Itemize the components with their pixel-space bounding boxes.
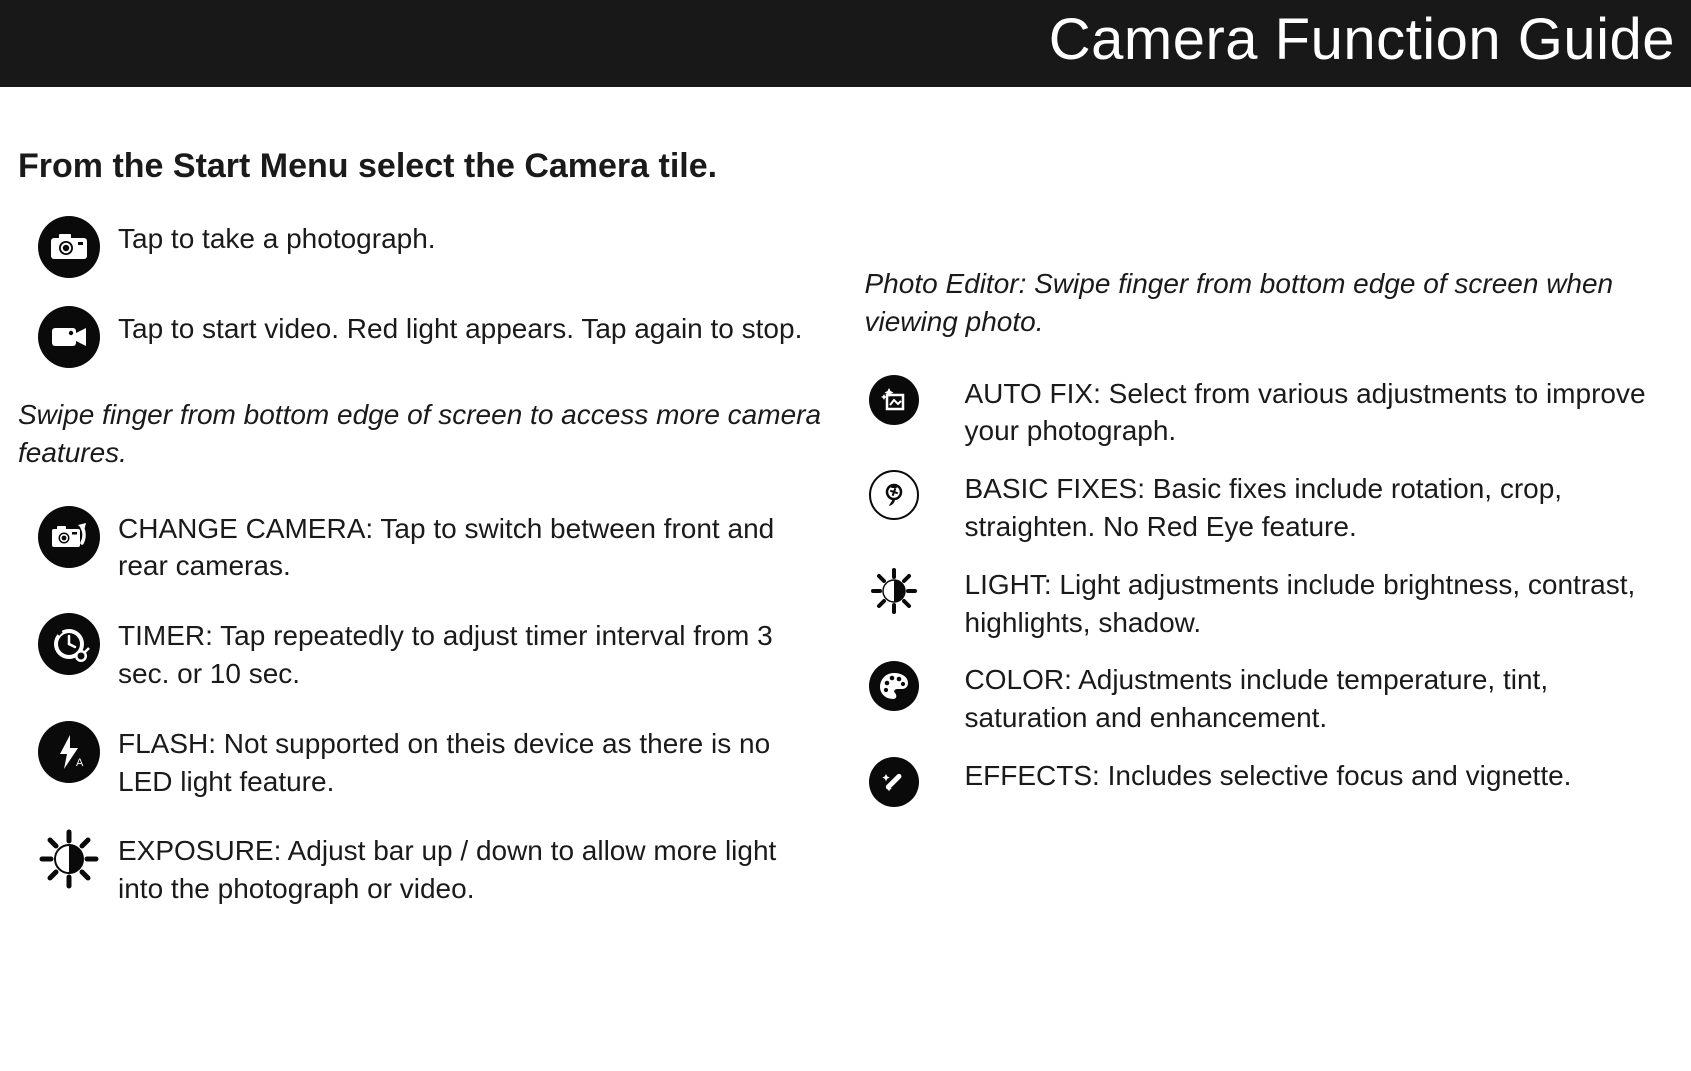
- list-item: AUTO FIX: Select from various adjustment…: [865, 375, 1672, 451]
- camera-icon: [38, 216, 100, 278]
- list-item: LIGHT: Light adjustments include brightn…: [865, 566, 1672, 642]
- autofix-icon: [869, 375, 919, 425]
- icon-wrap: [18, 216, 118, 278]
- content: From the Start Menu select the Camera ti…: [0, 87, 1691, 966]
- svg-text:A: A: [76, 757, 84, 769]
- list-item: BASIC FIXES: Basic fixes include rotatio…: [865, 470, 1672, 546]
- effects-icon: [869, 757, 919, 807]
- item-text: CHANGE CAMERA: Tap to switch between fro…: [118, 506, 825, 586]
- icon-wrap: [865, 566, 965, 616]
- left-column: From the Start Menu select the Camera ti…: [18, 147, 855, 936]
- item-text: Tap to start video. Red light appears. T…: [118, 306, 802, 348]
- icon-wrap: [18, 613, 118, 675]
- icon-wrap: [865, 470, 965, 520]
- icon-wrap: [18, 306, 118, 368]
- item-text: BASIC FIXES: Basic fixes include rotatio…: [965, 470, 1672, 546]
- basicfix-icon: [869, 470, 919, 520]
- list-item: EXPOSURE: Adjust bar up / down to allow …: [18, 828, 825, 908]
- item-text: FLASH: Not supported on theis device as …: [118, 721, 825, 801]
- timer-icon: [38, 613, 100, 675]
- item-text: TIMER: Tap repeatedly to adjust timer in…: [118, 613, 825, 693]
- icon-wrap: [865, 375, 965, 425]
- list-item: A FLASH: Not supported on theis device a…: [18, 721, 825, 801]
- editor-hint: Photo Editor: Swipe finger from bottom e…: [865, 265, 1672, 341]
- section-title: From the Start Menu select the Camera ti…: [18, 147, 825, 186]
- list-item: Tap to take a photograph.: [18, 216, 825, 278]
- switch-camera-icon: [38, 506, 100, 568]
- icon-wrap: A: [18, 721, 118, 783]
- item-text: COLOR: Adjustments include temperature, …: [965, 661, 1672, 737]
- page-title: Camera Function Guide: [1049, 7, 1675, 72]
- item-text: Tap to take a photograph.: [118, 216, 436, 258]
- right-column: Photo Editor: Swipe finger from bottom e…: [855, 147, 1682, 936]
- item-text: AUTO FIX: Select from various adjustment…: [965, 375, 1672, 451]
- item-text: EXPOSURE: Adjust bar up / down to allow …: [118, 828, 825, 908]
- flash-icon: A: [38, 721, 100, 783]
- icon-wrap: [18, 506, 118, 568]
- video-icon: [38, 306, 100, 368]
- list-item: CHANGE CAMERA: Tap to switch between fro…: [18, 506, 825, 586]
- swipe-hint: Swipe finger from bottom edge of screen …: [18, 396, 825, 472]
- light-icon: [869, 566, 919, 616]
- header-bar: Camera Function Guide: [0, 0, 1691, 87]
- color-icon: [869, 661, 919, 711]
- list-item: EFFECTS: Includes selective focus and vi…: [865, 757, 1672, 807]
- icon-wrap: [865, 757, 965, 807]
- item-text: LIGHT: Light adjustments include brightn…: [965, 566, 1672, 642]
- icon-wrap: [865, 661, 965, 711]
- item-text: EFFECTS: Includes selective focus and vi…: [965, 757, 1572, 795]
- list-item: Tap to start video. Red light appears. T…: [18, 306, 825, 368]
- icon-wrap: [18, 828, 118, 890]
- exposure-icon: [38, 828, 100, 890]
- list-item: COLOR: Adjustments include temperature, …: [865, 661, 1672, 737]
- list-item: TIMER: Tap repeatedly to adjust timer in…: [18, 613, 825, 693]
